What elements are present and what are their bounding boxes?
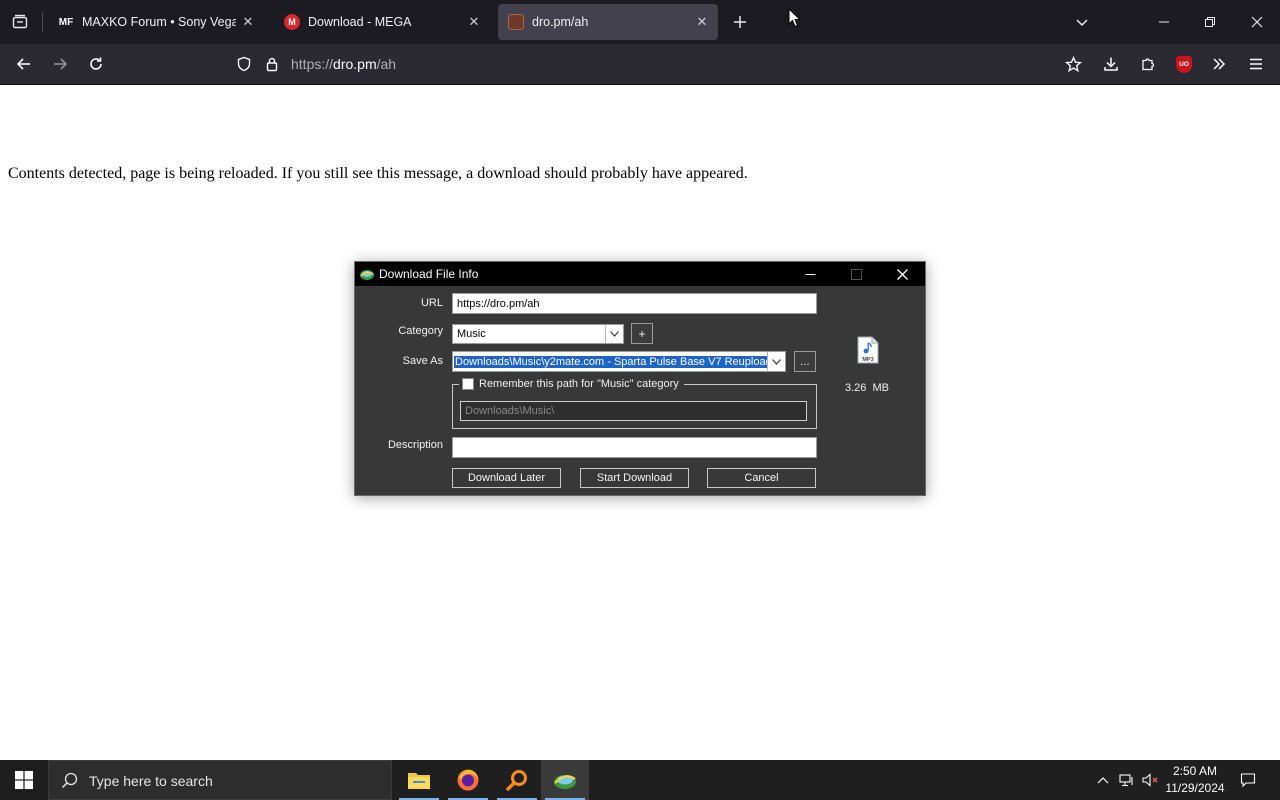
chevron-down-icon[interactable] <box>605 325 623 343</box>
tab-separator <box>42 12 43 32</box>
mouse-cursor-icon <box>788 8 802 28</box>
puzzle-icon[interactable] <box>1132 48 1164 80</box>
taskbar-search-box[interactable]: Type here to search <box>48 760 392 800</box>
search-icon <box>61 772 78 789</box>
hamburger-menu-icon[interactable] <box>1240 48 1272 80</box>
remember-checkbox[interactable] <box>462 378 474 390</box>
volume-muted-icon[interactable] <box>1140 760 1162 800</box>
tab-title: MAXKO Forum • Sony Vegas Pr <box>82 15 236 29</box>
file-type-text: MP3 <box>862 357 873 363</box>
tab-title: dro.pm/ah <box>532 15 589 29</box>
category-value: Music <box>457 328 486 340</box>
url-protocol: https:// <box>291 56 334 72</box>
url-host: dro.pm <box>333 56 377 72</box>
chevron-down-icon[interactable] <box>1066 6 1098 38</box>
remember-label: Remember this path for "Music" category <box>479 378 679 390</box>
system-clock[interactable]: 2:50 AM 11/29/2024 <box>1160 763 1230 797</box>
category-label: Category <box>398 325 443 337</box>
download-later-button[interactable]: Download Later <box>452 468 561 488</box>
url-label: URL <box>420 297 443 309</box>
remember-path-option[interactable]: Remember this path for "Music" category <box>459 377 684 391</box>
add-category-button[interactable]: + <box>631 323 653 344</box>
mega-favicon: M <box>284 14 300 30</box>
dialog-close-icon[interactable] <box>879 262 925 286</box>
tab-mega-download[interactable]: M Download - MEGA ✕ <box>274 4 490 40</box>
description-label: Description <box>387 439 443 451</box>
chevron-up-icon[interactable] <box>1092 760 1114 800</box>
dro-pm-favicon <box>508 14 524 30</box>
tab-dro-pm[interactable]: dro.pm/ah ✕ <box>498 4 718 40</box>
minimize-icon[interactable] <box>1141 0 1187 44</box>
lock-icon[interactable] <box>256 48 288 80</box>
save-as-value: Downloads\Music\y2mate.com - Sparta Puls… <box>454 355 785 368</box>
description-field[interactable] <box>452 437 817 458</box>
idm-logo-icon <box>360 270 374 280</box>
clock-date: 11/29/2024 <box>1165 781 1225 795</box>
save-as-field[interactable]: Downloads\Music\y2mate.com - Sparta Puls… <box>452 351 786 372</box>
url-path: /ah <box>376 56 397 72</box>
maxko-favicon: MF <box>58 14 74 30</box>
ublock-badge: UO <box>1176 55 1192 73</box>
star-icon[interactable] <box>1057 48 1089 80</box>
dialog-minimize-icon[interactable] <box>787 262 833 286</box>
chevron-down-icon[interactable] <box>767 352 785 371</box>
close-window-icon[interactable] <box>1234 0 1280 44</box>
tab-list-icon[interactable] <box>4 6 36 38</box>
download-file-info-dialog: Download File Info URL https://dro.pm/ah… <box>354 261 926 496</box>
clock-time: 2:50 AM <box>1172 764 1218 778</box>
browse-button[interactable]: ... <box>794 351 816 372</box>
address-bar[interactable]: https://dro.pm/ah <box>228 48 1094 80</box>
restore-icon[interactable] <box>1187 0 1233 44</box>
dialog-title: Download File Info <box>379 267 479 281</box>
url-text[interactable]: https://dro.pm/ah <box>291 56 396 72</box>
tab-bar: MF MAXKO Forum • Sony Vegas Pr ✕ M Downl… <box>0 0 1280 44</box>
start-download-button[interactable]: Start Download <box>580 468 689 488</box>
firefox-icon[interactable] <box>444 760 492 800</box>
download-icon[interactable] <box>1095 48 1127 80</box>
close-tab-icon[interactable]: ✕ <box>690 10 714 34</box>
remember-path-field: Downloads\Music\ <box>460 401 807 421</box>
search-everything-icon[interactable] <box>493 760 541 800</box>
file-size: 3.26 MB <box>845 382 890 394</box>
double-chevron-icon[interactable] <box>1203 48 1235 80</box>
notification-icon[interactable] <box>1234 760 1262 800</box>
save-as-label: Save As <box>402 355 443 367</box>
reload-message: Contents detected, page is being reloade… <box>8 165 748 182</box>
back-arrow-icon[interactable] <box>8 48 40 80</box>
ublock-origin-icon[interactable]: UO <box>1168 48 1200 80</box>
mp3-file-icon: MP3 <box>857 336 879 364</box>
tab-maxko-forum[interactable]: MF MAXKO Forum • Sony Vegas Pr ✕ <box>48 4 264 40</box>
dialog-maximize-icon <box>833 262 879 286</box>
idm-icon[interactable] <box>541 760 589 800</box>
cancel-button[interactable]: Cancel <box>707 468 816 488</box>
dialog-title-bar[interactable]: Download File Info <box>355 262 925 286</box>
search-placeholder: Type here to search <box>89 773 213 789</box>
tab-title: Download - MEGA <box>308 15 412 29</box>
close-tab-icon[interactable]: ✕ <box>462 10 486 34</box>
windows-start-icon[interactable] <box>0 760 48 800</box>
navigation-toolbar: https://dro.pm/ah UO <box>0 44 1280 85</box>
windows-taskbar: Type here to search 2:50 AM 11/29/2024 <box>0 760 1280 800</box>
close-tab-icon[interactable]: ✕ <box>236 10 260 34</box>
url-field[interactable]: https://dro.pm/ah <box>452 293 817 314</box>
plus-icon[interactable] <box>724 6 756 38</box>
file-explorer-icon[interactable] <box>395 760 443 800</box>
forward-arrow-icon[interactable] <box>44 48 76 80</box>
network-icon[interactable] <box>1116 760 1138 800</box>
category-select[interactable]: Music <box>452 324 624 344</box>
reload-icon[interactable] <box>80 48 112 80</box>
